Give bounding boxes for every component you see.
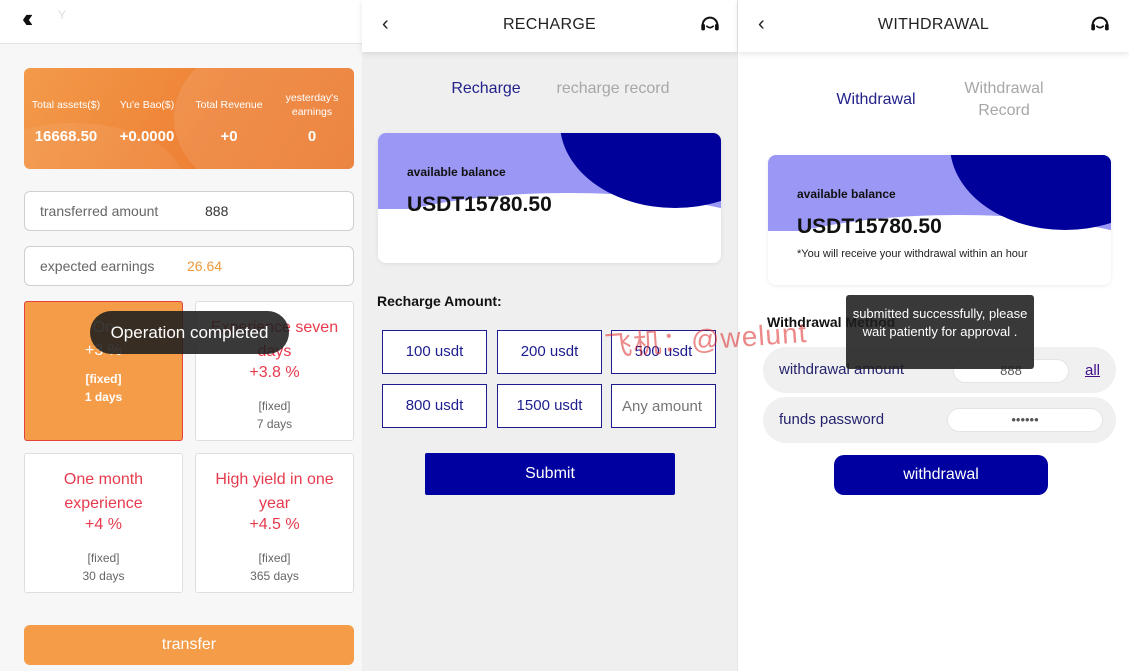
field-value: 888 [205, 203, 229, 219]
balance-value: USDT15780.50 [407, 193, 552, 216]
asset-value: 16668.50 [34, 128, 98, 145]
balance-value: USDT15780.50 [797, 215, 942, 238]
asset-value: +0 [220, 128, 238, 145]
double-chevron-left-icon[interactable]: ‹‹ [22, 4, 34, 32]
customer-service-icon[interactable] [1089, 13, 1111, 35]
asset-yuebao: Yu'e Bao($) +0.0000 [109, 68, 185, 169]
asset-yesterday: yesterday's earnings 0 [276, 68, 348, 169]
page-title: RECHARGE [502, 16, 597, 33]
amount-option-100[interactable]: 100 usdt [382, 330, 487, 374]
field-label: expected earnings [40, 258, 155, 274]
plan-name: One month experience [63, 471, 144, 512]
asset-revenue: Total Revenue +0 [190, 68, 268, 169]
tab-withdrawal[interactable]: Withdrawal [828, 89, 924, 111]
plan-rate: +3.8 % [249, 364, 300, 381]
plan-card-365days[interactable]: High yield in one year +4.5 % [fixed] 36… [195, 453, 354, 593]
header-faint-text: Y [58, 8, 67, 22]
plan-days: 365 days [250, 569, 299, 583]
amount-option-800[interactable]: 800 usdt [382, 384, 487, 428]
header: ‹‹ Y [0, 0, 362, 44]
recharge-amount-label: Recharge Amount: [377, 293, 502, 309]
all-link[interactable]: all [1085, 362, 1100, 379]
plan-name: High yield in one year [215, 471, 334, 512]
funds-password-row: funds password •••••• [763, 397, 1116, 443]
tab-recharge[interactable]: Recharge [440, 78, 532, 100]
amount-option-1500[interactable]: 1500 usdt [497, 384, 602, 428]
transfer-button[interactable]: transfer [24, 625, 354, 665]
asset-label: yesterday's earnings [285, 92, 339, 118]
field-label: transferred amount [40, 203, 159, 219]
plan-tag: [fixed] [258, 551, 291, 565]
plan-days: 7 days [256, 417, 293, 431]
tab-recharge-record[interactable]: recharge record [552, 78, 674, 100]
withdrawal-button[interactable]: withdrawal [834, 455, 1048, 495]
plan-days: 30 days [82, 569, 125, 583]
asset-total: Total assets($) 16668.50 [26, 68, 106, 169]
custom-amount-input[interactable] [611, 384, 716, 428]
operation-toast: Operation completed [90, 311, 289, 354]
plan-days: 1 days [84, 390, 123, 404]
expected-earnings-field: expected earnings 26.64 [24, 246, 354, 286]
amount-option-200[interactable]: 200 usdt [497, 330, 602, 374]
plan-card-30days[interactable]: One month experience +4 % [fixed] 30 day… [24, 453, 183, 593]
plan-tag: [fixed] [85, 372, 122, 386]
submitted-toast: submitted successfully, please wait pati… [846, 295, 1034, 369]
withdrawal-note: *You will receive your withdrawal within… [797, 248, 1028, 260]
tab-withdrawal-record[interactable]: Withdrawal Record [954, 78, 1054, 122]
asset-label: Total assets($) [31, 99, 101, 111]
plan-tag: [fixed] [258, 399, 291, 413]
page-title: WITHDRAWAL [877, 16, 990, 33]
plan-rate: +4 % [85, 516, 122, 533]
recharge-nav: ‹ RECHARGE [362, 0, 737, 52]
funds-password-input[interactable]: •••••• [947, 408, 1103, 432]
transferred-amount-field[interactable]: transferred amount 888 [24, 191, 354, 231]
submit-button[interactable]: Submit [425, 453, 675, 495]
asset-label: Total Revenue [195, 99, 263, 111]
withdrawal-nav: ‹ WITHDRAWAL [738, 0, 1129, 52]
plan-tag: [fixed] [87, 551, 120, 565]
asset-label: Yu'e Bao($) [119, 99, 175, 111]
assets-card: Total assets($) 16668.50 Yu'e Bao($) +0.… [24, 68, 354, 169]
yuebao-panel: ‹‹ Y Total assets($) 16668.50 Yu'e Bao($… [0, 0, 362, 671]
balance-label: available balance [407, 165, 506, 179]
funds-password-label: funds password [779, 411, 885, 428]
field-value: 26.64 [187, 258, 223, 274]
customer-service-icon[interactable] [699, 13, 721, 35]
recharge-balance-card: available balance USDT15780.50 [378, 133, 721, 263]
withdrawal-balance-card: available balance USDT15780.50 *You will… [768, 155, 1111, 285]
balance-label: available balance [797, 187, 896, 201]
plan-rate: +4.5 % [249, 516, 300, 533]
asset-value: 0 [307, 128, 317, 145]
asset-value: +0.0000 [119, 128, 175, 145]
